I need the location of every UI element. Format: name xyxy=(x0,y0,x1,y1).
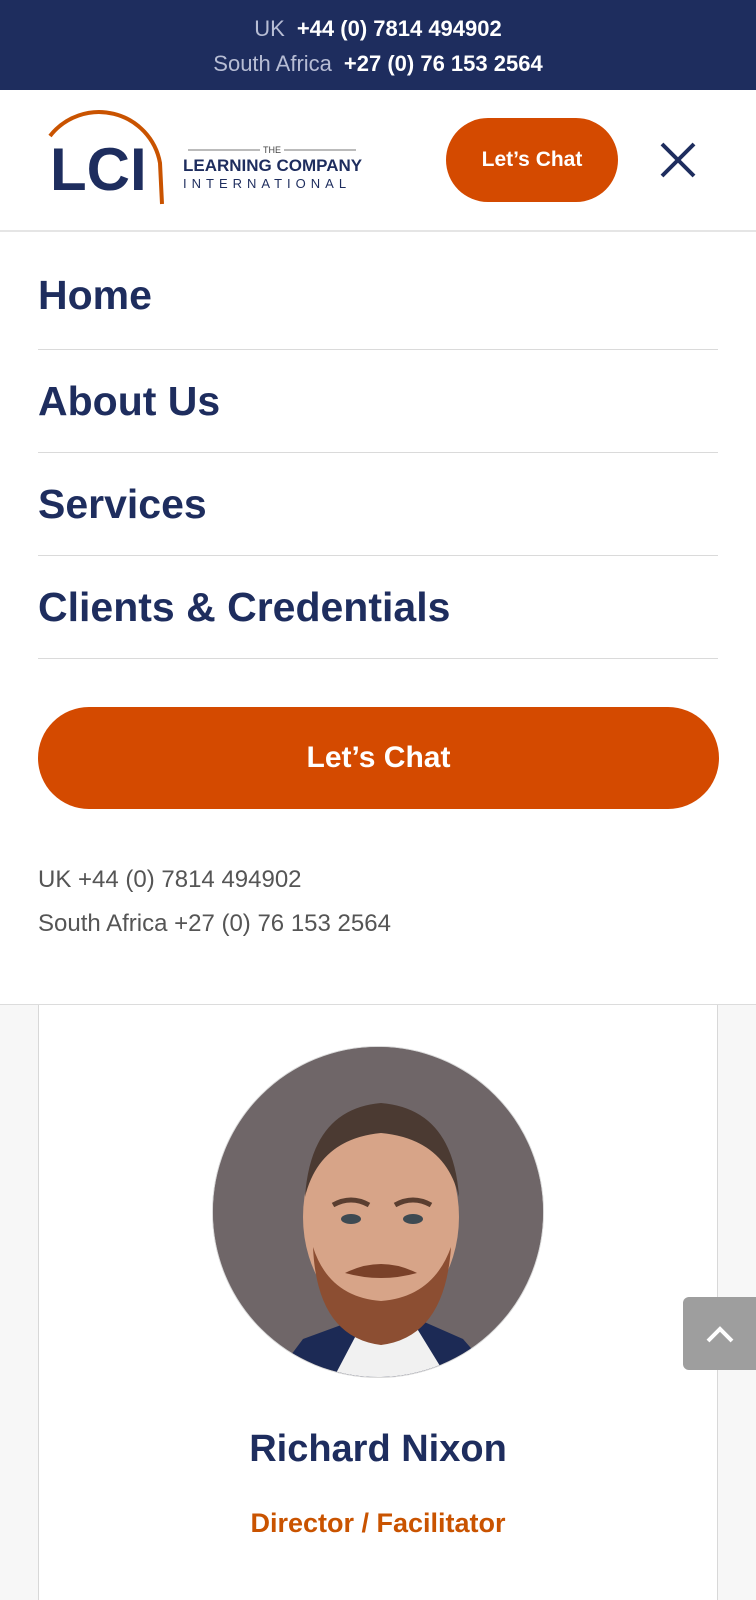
scroll-to-top-button[interactable] xyxy=(683,1297,756,1370)
close-icon[interactable] xyxy=(656,138,700,182)
uk-phone-link[interactable]: +44 (0) 7814 494902 xyxy=(297,16,502,41)
sa-phone-row[interactable]: South Africa +27 (0) 76 153 2564 xyxy=(0,49,756,84)
menu-uk-phone[interactable]: UK +44 (0) 7814 494902 xyxy=(38,858,391,902)
menu-contacts: UK +44 (0) 7814 494902 South Africa +27 … xyxy=(38,858,391,946)
top-contact-bar: UK +44 (0) 7814 494902 South Africa +27 (0… xyxy=(0,0,756,90)
profile-role: Director / Facilitator xyxy=(250,1508,506,1538)
logo-line1: LEARNING COMPANY xyxy=(183,156,363,175)
card-background-left xyxy=(0,1005,38,1600)
avatar xyxy=(212,1046,544,1378)
sa-phone-link[interactable]: +27 (0) 76 153 2564 xyxy=(344,51,543,76)
chevron-up-icon xyxy=(706,1325,733,1342)
menu-sa-phone[interactable]: South Africa +27 (0) 76 153 2564 xyxy=(38,902,391,946)
profile-name: Richard Nixon xyxy=(249,1428,507,1470)
uk-phone-row[interactable]: UK +44 (0) 7814 494902 xyxy=(0,14,756,49)
sa-label: South Africa xyxy=(213,51,332,76)
menu-item-home[interactable]: Home xyxy=(38,232,718,350)
menu-item-about-us[interactable]: About Us xyxy=(38,350,718,453)
menu-item-services[interactable]: Services xyxy=(38,453,718,556)
lci-logo[interactable]: LCI THE LEARNING COMPANY INTERNATIONAL xyxy=(40,108,370,213)
uk-label: UK xyxy=(254,16,285,41)
logo-line2: INTERNATIONAL xyxy=(183,176,351,191)
logo-letters: LCI xyxy=(50,136,147,203)
mobile-menu: Home About Us Services Clients & Credent… xyxy=(38,232,718,659)
logo-the: THE xyxy=(263,145,281,155)
site-header: LCI THE LEARNING COMPANY INTERNATIONAL L… xyxy=(0,90,756,232)
menu-item-clients-credentials[interactable]: Clients & Credentials xyxy=(38,556,718,659)
header-lets-chat-button[interactable]: Let’s Chat xyxy=(446,118,618,202)
menu-lets-chat-button[interactable]: Let’s Chat xyxy=(38,707,719,809)
